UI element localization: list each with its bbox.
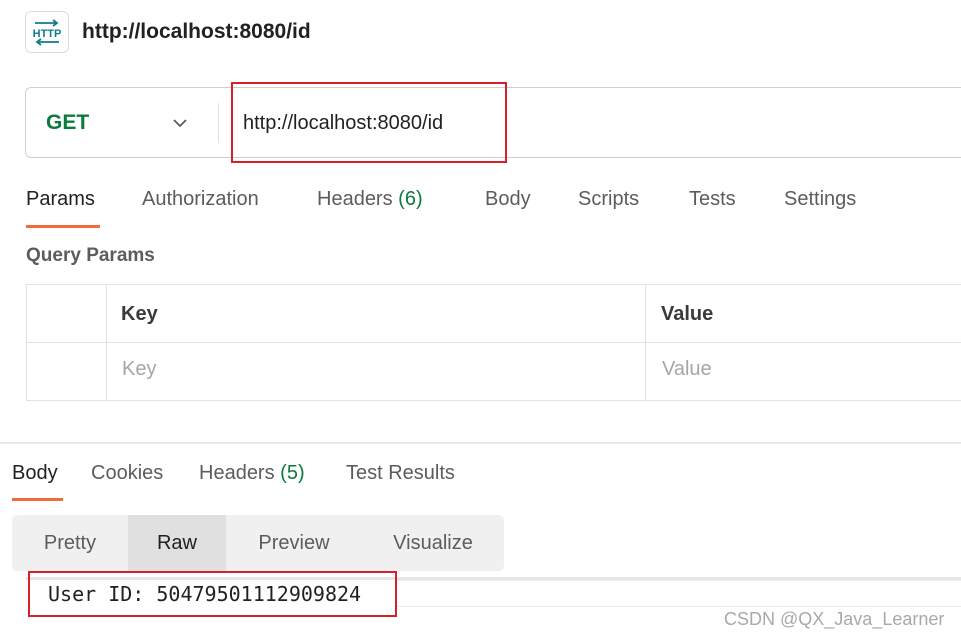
url-highlight-box xyxy=(231,82,507,163)
response-tab-cookies[interactable]: Cookies xyxy=(91,460,163,486)
tab-headers-label: Headers xyxy=(317,188,393,210)
table-row-divider xyxy=(26,342,961,343)
chevron-down-icon[interactable] xyxy=(170,113,190,133)
tab-scripts[interactable]: Scripts xyxy=(578,186,639,212)
http-request-icon: HTTP xyxy=(25,11,69,53)
response-tab-headers-label: Headers xyxy=(199,462,275,484)
query-params-heading: Query Params xyxy=(26,245,155,266)
mode-preview[interactable]: Preview xyxy=(226,515,362,571)
active-response-tab-indicator xyxy=(12,498,63,501)
mode-visualize[interactable]: Visualize xyxy=(362,515,504,571)
watermark: CSDN @QX_Java_Learner xyxy=(724,609,945,629)
body-highlight-box xyxy=(28,571,397,617)
table-col-divider xyxy=(645,284,646,401)
response-headers-count: (5) xyxy=(280,462,305,484)
response-body-area xyxy=(395,580,961,607)
active-tab-indicator xyxy=(26,225,100,228)
divider xyxy=(218,103,219,143)
column-header-value: Value xyxy=(661,303,714,325)
response-tab-test-results[interactable]: Test Results xyxy=(346,460,455,486)
tab-tests[interactable]: Tests xyxy=(689,186,736,212)
method-select[interactable]: GET xyxy=(46,110,89,136)
mode-pretty[interactable]: Pretty xyxy=(12,515,128,571)
table-col-divider xyxy=(106,284,107,401)
headers-count: (6) xyxy=(398,188,423,210)
key-input[interactable]: Key xyxy=(122,356,156,382)
response-separator xyxy=(0,442,961,444)
column-header-key: Key xyxy=(121,303,158,325)
value-input[interactable]: Value xyxy=(662,356,712,382)
tab-authorization[interactable]: Authorization xyxy=(142,186,259,212)
request-title[interactable]: http://localhost:8080/id xyxy=(82,18,311,46)
tab-body[interactable]: Body xyxy=(485,186,531,212)
tab-params[interactable]: Params xyxy=(26,186,95,212)
response-tab-body[interactable]: Body xyxy=(12,460,58,486)
response-tab-headers[interactable]: Headers (5) xyxy=(199,460,305,486)
tab-headers[interactable]: Headers (6) xyxy=(317,186,423,212)
svg-text:HTTP: HTTP xyxy=(33,28,62,40)
tab-settings[interactable]: Settings xyxy=(784,186,856,212)
mode-raw[interactable]: Raw xyxy=(128,515,226,571)
